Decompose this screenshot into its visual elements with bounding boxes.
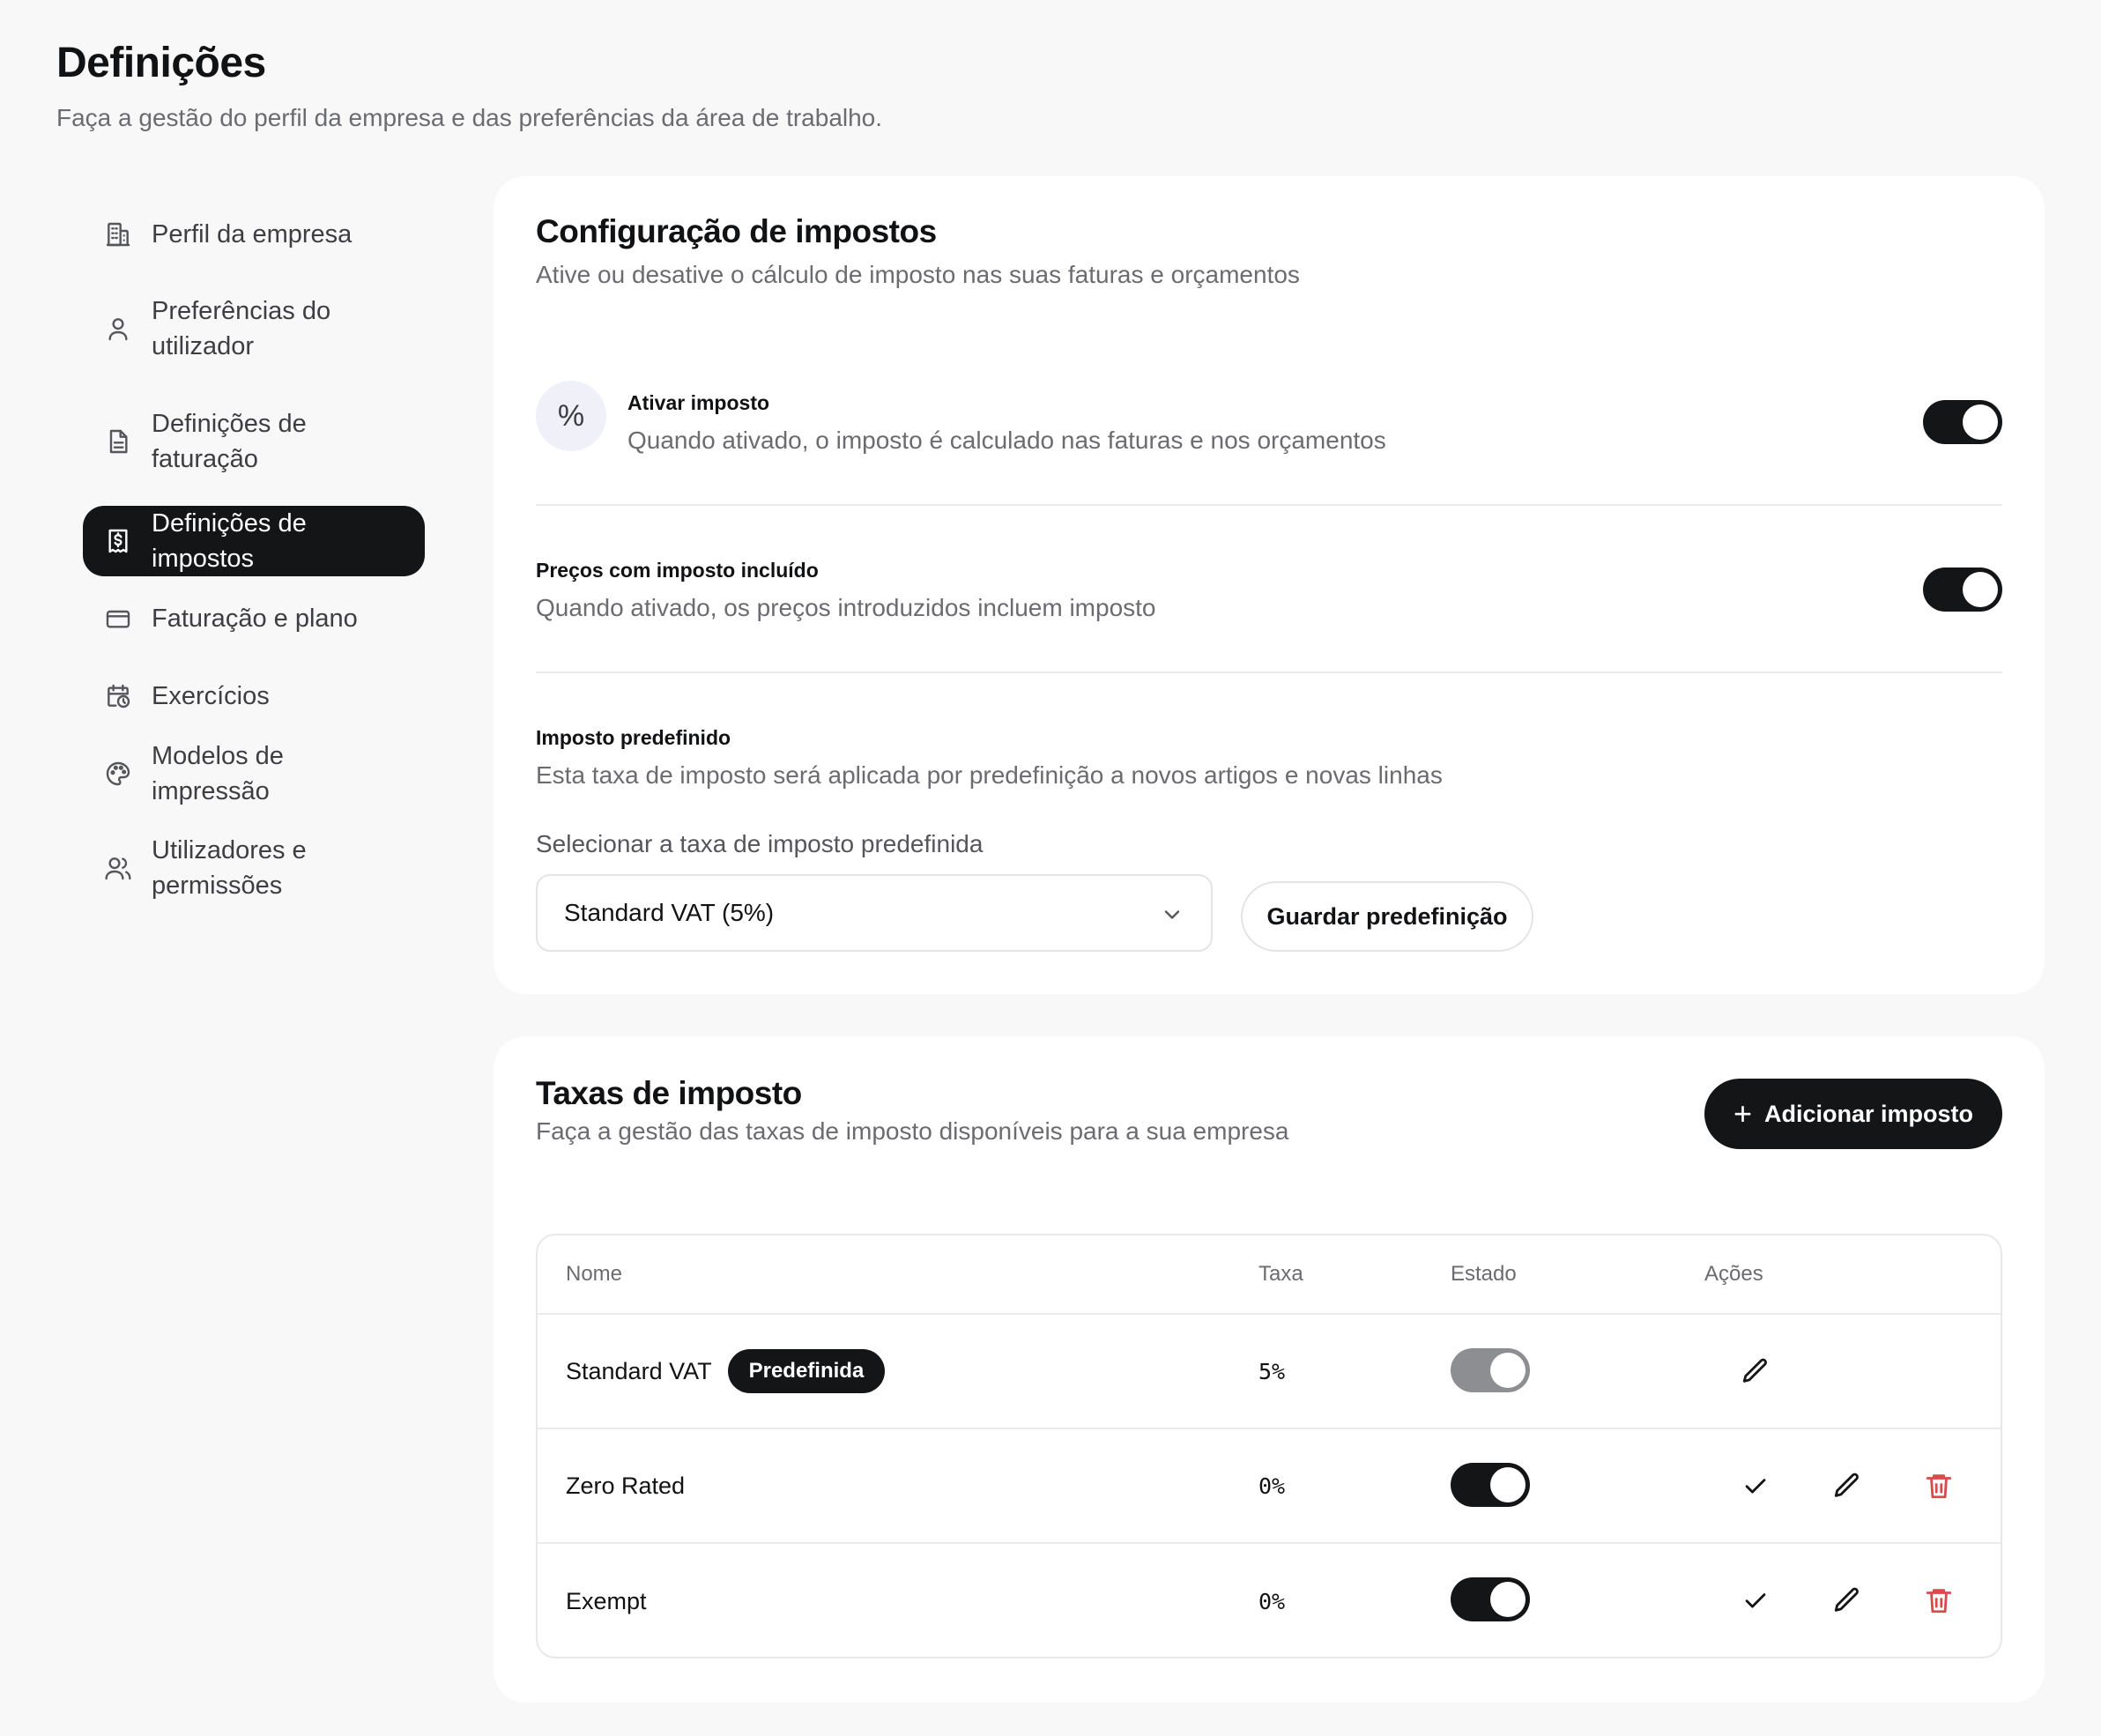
tax-config-title: Configuração de impostos — [536, 213, 937, 249]
table-row: Exempt 0% — [538, 1544, 2001, 1657]
toggle-knob — [1963, 572, 1998, 607]
enable-tax-toggle[interactable] — [1923, 400, 2002, 444]
tax-inclusive-description: Quando ativado, os preços introduzidos i… — [536, 594, 1156, 621]
page-subtitle: Faça a gestão do perfil da empresa e das… — [56, 104, 883, 131]
tax-status-toggle[interactable] — [1451, 1577, 1530, 1621]
tax-rate: 0% — [1258, 1473, 1286, 1499]
tax-config-subtitle: Ative ou desative o cálculo de imposto n… — [536, 261, 1300, 288]
tax-rate: 5% — [1258, 1358, 1286, 1384]
user-icon — [104, 315, 132, 343]
sidebar-item-label: Exercícios — [152, 682, 270, 710]
toggle-knob — [1490, 1353, 1526, 1388]
sidebar-item-label: Utilizadores e permissões — [152, 836, 307, 900]
default-tax-select[interactable]: Standard VAT (5%) — [536, 874, 1213, 952]
default-tax-description: Esta taxa de imposto será aplicada por p… — [536, 761, 1443, 789]
palette-icon — [104, 760, 132, 788]
sidebar-item-label: Faturação e plano — [152, 605, 358, 633]
sidebar-item-company-profile[interactable]: Perfil da empresa — [83, 199, 425, 270]
sidebar-item-label: Definições de faturação — [152, 410, 307, 473]
page-header: Definições Faça a gestão do perfil da em… — [56, 35, 882, 132]
enable-tax-description: Quando ativado, o imposto é calculado na… — [627, 427, 1386, 454]
sidebar-item-fiscal-years[interactable]: Exercícios — [83, 661, 425, 731]
tax-rates-title: Taxas de imposto — [536, 1075, 802, 1111]
edit-icon[interactable] — [1738, 1354, 1773, 1389]
sidebar-item-billing-plan[interactable]: Faturação e plano — [83, 583, 425, 654]
default-tax-selected-value: Standard VAT (5%) — [564, 899, 775, 926]
tax-name-cell: Exempt — [566, 1544, 647, 1657]
sidebar-item-users-permissions[interactable]: Utilizadores e permissões — [83, 820, 425, 916]
sidebar-item-tax-settings[interactable]: Definições de impostos — [83, 506, 425, 576]
credit-card-icon — [104, 605, 132, 633]
tax-rates-subtitle: Faça a gestão das taxas de imposto dispo… — [536, 1117, 1289, 1145]
building-icon — [104, 220, 132, 249]
sidebar-item-billing-settings[interactable]: Definições de faturação — [83, 393, 425, 490]
tax-rates-card: Taxas de imposto Faça a gestão das taxas… — [494, 1036, 2045, 1703]
tax-name-cell: Standard VAT Predefinida — [566, 1315, 886, 1428]
tax-status-toggle[interactable] — [1451, 1463, 1530, 1507]
column-header-name: Nome — [566, 1262, 623, 1286]
calendar-clock-icon — [104, 682, 132, 710]
sidebar-item-label: Perfil da empresa — [152, 220, 353, 249]
add-tax-label: Adicionar imposto — [1764, 1100, 1974, 1127]
toggle-knob — [1963, 404, 1998, 440]
users-icon — [104, 854, 132, 882]
chevron-down-icon — [1160, 902, 1184, 927]
column-header-actions: Ações — [1704, 1262, 1763, 1286]
toggle-knob — [1490, 1582, 1526, 1617]
divider — [536, 504, 2002, 506]
tax-name-cell: Zero Rated — [566, 1429, 685, 1542]
save-default-button[interactable]: Guardar predefinição — [1241, 881, 1533, 952]
table-row: Standard VAT Predefinida 5% — [538, 1315, 2001, 1429]
trash-icon[interactable] — [1921, 1583, 1956, 1618]
edit-icon[interactable] — [1830, 1583, 1865, 1618]
receipt-icon — [104, 527, 132, 555]
document-icon — [104, 427, 132, 456]
tax-inclusive-label: Preços com imposto incluído — [536, 559, 819, 582]
sidebar-item-label: Definições de impostos — [152, 509, 307, 573]
tax-name: Exempt — [566, 1587, 647, 1614]
trash-icon[interactable] — [1921, 1468, 1956, 1503]
page-title: Definições — [56, 40, 266, 86]
default-badge: Predefinida — [727, 1349, 886, 1393]
default-tax-label: Imposto predefinido — [536, 726, 731, 749]
set-default-check-icon[interactable] — [1738, 1468, 1773, 1503]
toggle-knob — [1490, 1467, 1526, 1502]
default-tax-select-label: Selecionar a taxa de imposto predefinida — [536, 830, 984, 857]
sidebar-item-label: Modelos de impressão — [152, 742, 284, 805]
table-row: Zero Rated 0% — [538, 1429, 2001, 1544]
set-default-check-icon[interactable] — [1738, 1583, 1773, 1618]
tax-name: Standard VAT — [566, 1357, 712, 1384]
table-header: Nome Taxa Estado Ações — [538, 1235, 2001, 1315]
percent-icon: % — [536, 381, 606, 451]
column-header-rate: Taxa — [1258, 1262, 1303, 1286]
divider — [536, 671, 2002, 673]
plus-icon: + — [1733, 1095, 1752, 1131]
tax-rates-table: Nome Taxa Estado Ações Standard VAT Pred… — [536, 1234, 2002, 1658]
sidebar-item-print-templates[interactable]: Modelos de impressão — [83, 738, 425, 809]
sidebar-item-user-preferences[interactable]: Preferências do utilizador — [83, 280, 425, 377]
tax-status-toggle[interactable] — [1451, 1348, 1530, 1392]
tax-rate: 0% — [1258, 1588, 1286, 1614]
tax-configuration-card: Configuração de impostos Ative ou desati… — [494, 176, 2045, 994]
add-tax-button[interactable]: + Adicionar imposto — [1704, 1079, 2002, 1149]
tax-inclusive-toggle[interactable] — [1923, 568, 2002, 612]
column-header-status: Estado — [1451, 1262, 1517, 1286]
edit-icon[interactable] — [1830, 1468, 1865, 1503]
sidebar-item-label: Preferências do utilizador — [152, 297, 331, 360]
enable-tax-label: Ativar imposto — [627, 391, 770, 414]
tax-name: Zero Rated — [566, 1472, 686, 1499]
